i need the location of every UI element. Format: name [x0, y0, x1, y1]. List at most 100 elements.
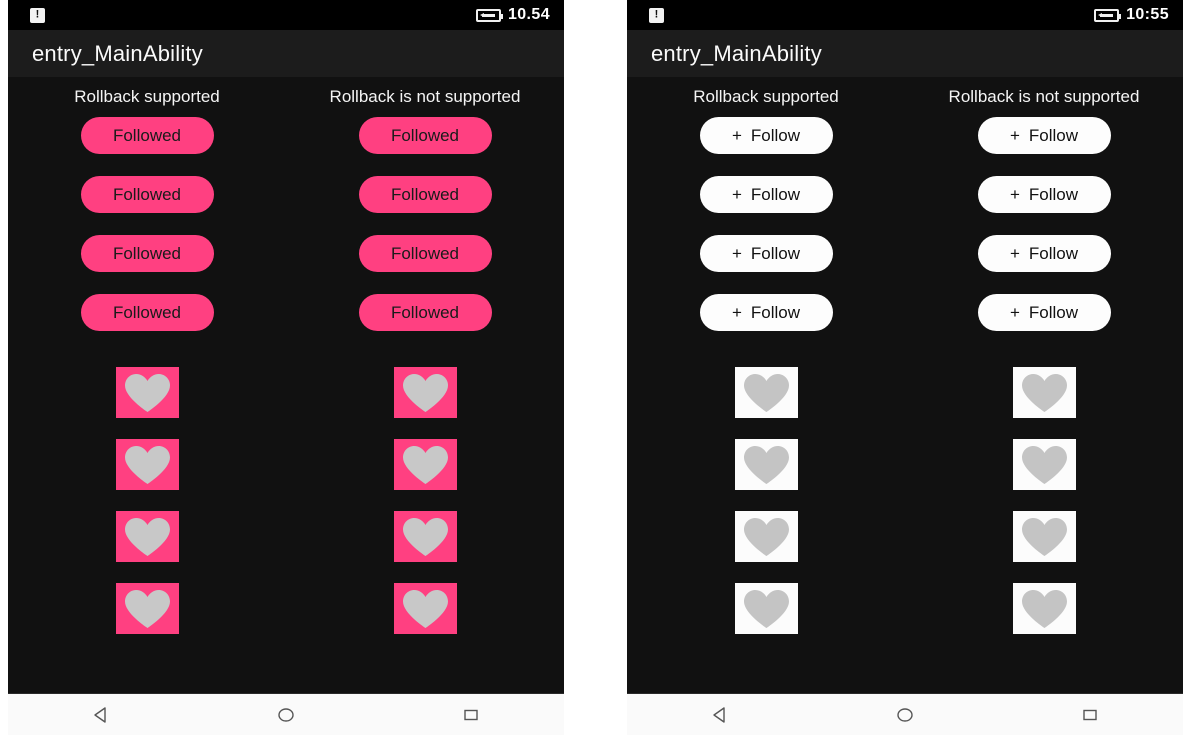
battery-charging-icon [1094, 8, 1122, 22]
heart-toggle-tile[interactable] [393, 511, 457, 562]
heart-icon [124, 445, 170, 484]
follow-button[interactable]: + Follow [699, 235, 833, 272]
system-navigation-bar [627, 693, 1183, 735]
recents-square-icon[interactable] [1060, 694, 1120, 735]
phone-screen-right: 10:55 entry_MainAbility Rollback supported… [627, 0, 1183, 735]
heart-toggle-tile[interactable] [1012, 439, 1076, 490]
system-navigation-bar [8, 693, 564, 735]
heart-toggle-tile[interactable] [734, 439, 798, 490]
heart-toggle-tile[interactable] [393, 583, 457, 634]
follow-button[interactable]: + Follow [977, 176, 1111, 213]
heart-icon [402, 589, 448, 628]
follow-button[interactable]: + Follow [977, 235, 1111, 272]
heart-icon [1021, 517, 1067, 556]
heart-icon [124, 589, 170, 628]
followed-button[interactable]: Followed [358, 176, 492, 213]
heart-toggle-tile[interactable] [1012, 511, 1076, 562]
plus-icon: + [731, 184, 742, 204]
follow-button[interactable]: + Follow [699, 294, 833, 331]
heart-toggle-tile[interactable] [1012, 367, 1076, 418]
heart-icon [124, 517, 170, 556]
button-label: Follow [1028, 184, 1079, 204]
button-label: Follow [1028, 243, 1079, 263]
heart-icon [402, 445, 448, 484]
status-bar-right: 10:55 [1094, 6, 1169, 24]
followed-button[interactable]: Followed [80, 235, 214, 272]
column-rollback-supported: + Follow + Follow + Follow + Follow [627, 117, 905, 655]
plus-icon: + [731, 302, 742, 322]
followed-button[interactable]: Followed [358, 117, 492, 154]
status-bar: 10:55 [627, 0, 1183, 30]
button-label: Follow [750, 302, 801, 322]
heart-icon [743, 589, 789, 628]
plus-icon: + [731, 125, 742, 145]
heart-toggle-tile[interactable] [115, 511, 179, 562]
button-label: Follow [750, 125, 801, 145]
status-bar: 10.54 [8, 0, 564, 30]
heart-icon [1021, 445, 1067, 484]
back-triangle-icon[interactable] [690, 694, 750, 735]
follow-button[interactable]: + Follow [699, 117, 833, 154]
column-header-rollback-supported: Rollback supported [74, 87, 220, 106]
heart-toggle-tile[interactable] [734, 367, 798, 418]
app-content: Rollback supported Rollback is not suppor… [627, 77, 1183, 693]
phone-screen-left: 10.54 entry_MainAbility Rollback supported… [8, 0, 564, 735]
heart-toggle-tile[interactable] [734, 511, 798, 562]
heart-icon [402, 517, 448, 556]
heart-toggle-tile[interactable] [115, 439, 179, 490]
columns-container: + Follow + Follow + Follow + Follow + Follow + Foll… [627, 117, 1183, 655]
home-circle-icon[interactable] [256, 694, 316, 735]
battery-charging-icon [475, 8, 503, 22]
button-label: Followed [390, 184, 460, 204]
followed-button[interactable]: Followed [80, 117, 214, 154]
heart-icon [743, 445, 789, 484]
follow-button[interactable]: + Follow [977, 294, 1111, 331]
heart-toggle-tile[interactable] [393, 367, 457, 418]
column-rollback-supported: Followed Followed Followed Followed [8, 117, 286, 655]
column-header-rollback-supported: Rollback supported [693, 87, 839, 106]
column-headers: Rollback supported Rollback is not suppor… [8, 77, 564, 107]
column-headers: Rollback supported Rollback is not suppor… [627, 77, 1183, 107]
followed-button[interactable]: Followed [358, 235, 492, 272]
status-bar-right: 10.54 [475, 6, 550, 24]
column-header-rollback-not-supported: Rollback is not supported [329, 87, 521, 106]
button-label: Follow [750, 243, 801, 263]
status-bar-left [649, 7, 664, 23]
button-label: Follow [1028, 125, 1079, 145]
page-title: entry_MainAbility [651, 40, 822, 66]
heart-icon [743, 373, 789, 412]
column-rollback-not-supported: Followed Followed Followed Followed [286, 117, 564, 655]
plus-icon: + [1009, 184, 1020, 204]
home-circle-icon[interactable] [875, 694, 935, 735]
heart-icon [1021, 589, 1067, 628]
heart-toggle-tile[interactable] [734, 583, 798, 634]
follow-button[interactable]: + Follow [977, 117, 1111, 154]
column-rollback-not-supported: + Follow + Follow + Follow + Follow [905, 117, 1183, 655]
heart-toggle-tile[interactable] [1012, 583, 1076, 634]
button-label: Followed [112, 243, 182, 263]
followed-button[interactable]: Followed [80, 176, 214, 213]
heart-icon [402, 373, 448, 412]
follow-button[interactable]: + Follow [699, 176, 833, 213]
button-label: Followed [112, 184, 182, 204]
recents-square-icon[interactable] [441, 694, 501, 735]
button-label: Followed [390, 302, 460, 322]
button-label: Followed [390, 243, 460, 263]
button-label: Followed [112, 302, 182, 322]
heart-icon [124, 373, 170, 412]
button-label: Followed [390, 125, 460, 145]
heart-toggle-tile[interactable] [115, 367, 179, 418]
followed-button[interactable]: Followed [80, 294, 214, 331]
heart-icon [1021, 373, 1067, 412]
button-label: Follow [1028, 302, 1079, 322]
followed-button[interactable]: Followed [358, 294, 492, 331]
page-title: entry_MainAbility [32, 40, 203, 66]
plus-icon: + [1009, 125, 1020, 145]
heart-toggle-tile[interactable] [393, 439, 457, 490]
button-label: Follow [750, 184, 801, 204]
status-bar-clock: 10:55 [1126, 6, 1169, 23]
plus-icon: + [1009, 302, 1020, 322]
back-triangle-icon[interactable] [71, 694, 131, 735]
button-label: Followed [112, 125, 182, 145]
heart-toggle-tile[interactable] [115, 583, 179, 634]
